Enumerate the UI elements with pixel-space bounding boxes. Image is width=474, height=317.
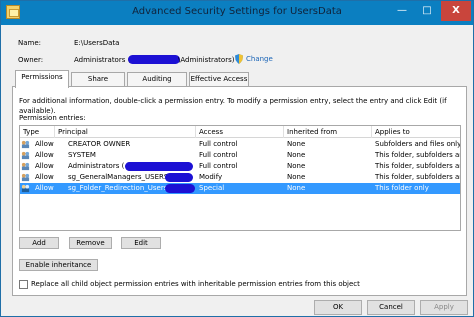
inherited-cell: None bbox=[287, 173, 306, 181]
edit-button[interactable]: Edit bbox=[121, 237, 161, 249]
applies-to-cell: Subfolders and files only bbox=[375, 140, 461, 148]
minimize-button[interactable]: — bbox=[390, 1, 414, 21]
type-column-header[interactable]: Type bbox=[20, 126, 55, 138]
remove-button[interactable]: Remove bbox=[69, 237, 112, 249]
inherited-cell: None bbox=[287, 162, 306, 170]
replace-child-permissions-label: Replace all child object permission entr… bbox=[31, 280, 360, 288]
close-button[interactable]: X bbox=[441, 1, 471, 21]
replace-child-permissions-checkbox[interactable] bbox=[19, 280, 28, 289]
applies-to-cell: This folder, subfolders and bbox=[375, 173, 461, 181]
tab-share[interactable]: Share bbox=[71, 72, 125, 87]
owner-suffix: \Administrators) bbox=[178, 56, 235, 64]
add-button[interactable]: Add bbox=[19, 237, 59, 249]
owner-label: Owner: bbox=[18, 56, 44, 64]
access-cell: Full control bbox=[199, 151, 238, 159]
name-label: Name: bbox=[18, 39, 42, 47]
access-column-header[interactable]: Access bbox=[196, 126, 284, 138]
table-row[interactable]: Allow Administrators ( Full control None… bbox=[20, 161, 461, 172]
tab-auditing[interactable]: Auditing bbox=[127, 72, 187, 87]
user-group-icon bbox=[21, 162, 30, 171]
applies-to-cell: This folder, subfolders and bbox=[375, 151, 461, 159]
cancel-button[interactable]: Cancel bbox=[367, 300, 415, 315]
table-row[interactable]: Allow SYSTEM Full control None This fold… bbox=[20, 150, 461, 161]
inherited-cell: None bbox=[287, 151, 306, 159]
owner-redaction bbox=[128, 55, 180, 64]
type-cell: Allow bbox=[35, 151, 54, 159]
change-owner-link[interactable]: Change bbox=[246, 54, 273, 64]
principal-redaction bbox=[125, 162, 193, 171]
user-group-icon bbox=[21, 184, 30, 193]
inherited-cell: None bbox=[287, 184, 306, 192]
principal-cell: CREATOR OWNER bbox=[68, 140, 131, 148]
maximize-button[interactable]: □ bbox=[415, 1, 439, 21]
ok-button[interactable]: OK bbox=[314, 300, 362, 315]
selected-table-row[interactable]: Allow sg_Folder_Redirection_Users Specia… bbox=[20, 183, 460, 194]
owner-prefix: Administrators ( bbox=[74, 56, 131, 64]
user-group-icon bbox=[21, 151, 30, 160]
access-cell: Special bbox=[199, 184, 225, 192]
type-cell: Allow bbox=[35, 140, 54, 148]
user-group-icon bbox=[21, 140, 30, 149]
inherited-cell: None bbox=[287, 140, 306, 148]
shield-icon bbox=[235, 54, 243, 64]
apply-button[interactable]: Apply bbox=[420, 300, 468, 315]
permission-entries-label: Permission entries: bbox=[19, 114, 86, 122]
tab-effective-access[interactable]: Effective Access bbox=[189, 72, 249, 87]
access-cell: Full control bbox=[199, 162, 238, 170]
name-value: E:\UsersData bbox=[74, 39, 120, 47]
principal-cell: SYSTEM bbox=[68, 151, 96, 159]
principal-redaction bbox=[165, 173, 193, 182]
table-row[interactable]: Allow sg_GeneralManagers_USERS Modify No… bbox=[20, 172, 461, 183]
tab-permissions[interactable]: Permissions bbox=[15, 70, 69, 88]
inherited-column-header[interactable]: Inherited from bbox=[284, 126, 372, 138]
type-cell: Allow bbox=[35, 173, 54, 181]
principal-redaction bbox=[165, 184, 195, 193]
principal-column-header[interactable]: Principal bbox=[55, 126, 196, 138]
title-bar[interactable]: Advanced Security Settings for UsersData… bbox=[1, 1, 473, 25]
applies-to-cell: This folder only bbox=[375, 184, 429, 192]
table-row[interactable]: Allow CREATOR OWNER Full control None Su… bbox=[20, 139, 461, 150]
access-cell: Modify bbox=[199, 173, 223, 181]
table-header: Type Principal Access Inherited from App… bbox=[20, 126, 460, 138]
access-cell: Full control bbox=[199, 140, 238, 148]
applies-to-column-header[interactable]: Applies to bbox=[372, 126, 460, 138]
advanced-security-settings-window: Advanced Security Settings for UsersData… bbox=[0, 0, 474, 317]
type-cell: Allow bbox=[35, 184, 54, 192]
applies-to-cell: This folder, subfolders and bbox=[375, 162, 461, 170]
type-cell: Allow bbox=[35, 162, 54, 170]
permission-entries-table[interactable]: Type Principal Access Inherited from App… bbox=[19, 125, 461, 231]
enable-inheritance-button[interactable]: Enable inheritance bbox=[19, 259, 98, 271]
user-group-icon bbox=[21, 173, 30, 182]
